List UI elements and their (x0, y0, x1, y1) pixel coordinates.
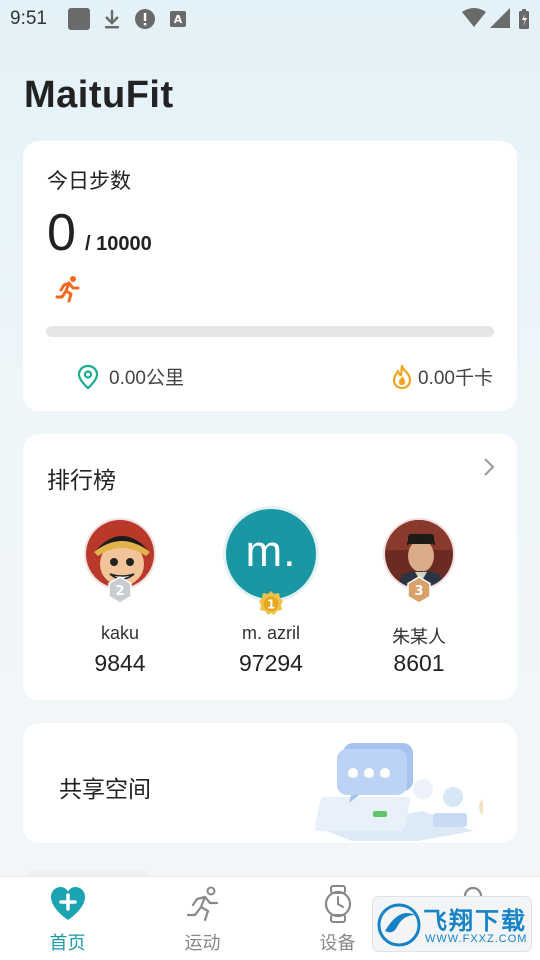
avatar-initial: m. (245, 527, 297, 576)
app-title: MaituFit (24, 74, 174, 116)
calories-value: 0.00千卡 (418, 368, 493, 389)
tab-label: 首页 (49, 933, 86, 953)
rank-user-name: kaku (100, 623, 140, 643)
heart-plus-icon (51, 887, 85, 920)
distance-value: 0.00公里 (109, 368, 184, 389)
watch-icon (324, 885, 352, 923)
rank-user-name: m. azril (242, 623, 300, 643)
svg-text:2: 2 (115, 584, 124, 599)
leaderboard-user-m-azril[interactable]: m. 1 m. azril 97294 (196, 434, 346, 700)
svg-text:3: 3 (414, 584, 423, 599)
watermark-url: WWW.FXXZ.COM (425, 933, 528, 945)
steps-card[interactable]: 今日步数 0 / 10000 0.00公里 0.00千卡 (23, 141, 517, 411)
leaderboard-user-kaku[interactable]: 2 kaku 9844 (45, 434, 195, 700)
download-icon (105, 10, 119, 29)
steps-title: 今日步数 (47, 170, 131, 193)
watermark-text: 飞翔下载 (423, 908, 527, 935)
status-time: 9:51 (10, 8, 47, 29)
tab-exercise[interactable]: 运动 (135, 877, 270, 960)
rank-user-score: 97294 (239, 650, 303, 676)
leaderboard-user-zhu[interactable]: 3 朱某人 8601 (344, 434, 494, 700)
leaderboard-card[interactable]: 排行榜 2 kaku 9844 m. 1 m. azril 97294 3 朱某… (23, 434, 517, 700)
chat-bubbles-illustration (314, 743, 483, 841)
distance-stat: 0.00公里 (77, 363, 184, 390)
share-space-title: 共享空间 (59, 776, 151, 802)
location-pin-icon (77, 364, 99, 389)
watermark-logo: 飞翔下载 WWW.FXXZ.COM (372, 896, 532, 952)
tab-home[interactable]: 首页 (0, 877, 135, 960)
tab-label: 运动 (184, 933, 221, 953)
rank-user-name: 朱某人 (392, 627, 446, 647)
gold-medal-icon: 1 (259, 591, 283, 615)
battery-icon (519, 9, 529, 29)
a-icon: A (170, 11, 186, 27)
watermark-emblem (377, 903, 421, 947)
flame-icon (392, 364, 412, 389)
svg-text:A: A (174, 13, 183, 26)
alert-icon (135, 9, 155, 29)
running-icon (55, 276, 80, 303)
rank-user-score: 8601 (393, 650, 445, 676)
avatar: m. (223, 506, 319, 602)
steps-value: 0 (47, 204, 76, 262)
steps-progress-bar (46, 326, 494, 337)
wifi-icon (462, 8, 486, 27)
share-space-card[interactable]: 共享空间 (23, 723, 517, 843)
status-bar: 9:51 A (0, 0, 540, 36)
calories-stat: 0.00千卡 (390, 363, 493, 390)
svg-text:1: 1 (267, 598, 275, 612)
steps-goal: / 10000 (85, 233, 152, 255)
silver-medal-icon: 2 (108, 576, 132, 604)
runner-icon (186, 886, 219, 922)
rank-user-score: 9844 (94, 650, 146, 676)
bronze-medal-icon: 3 (407, 576, 431, 604)
signal-icon (490, 8, 510, 28)
square-notification-icon (68, 8, 90, 30)
